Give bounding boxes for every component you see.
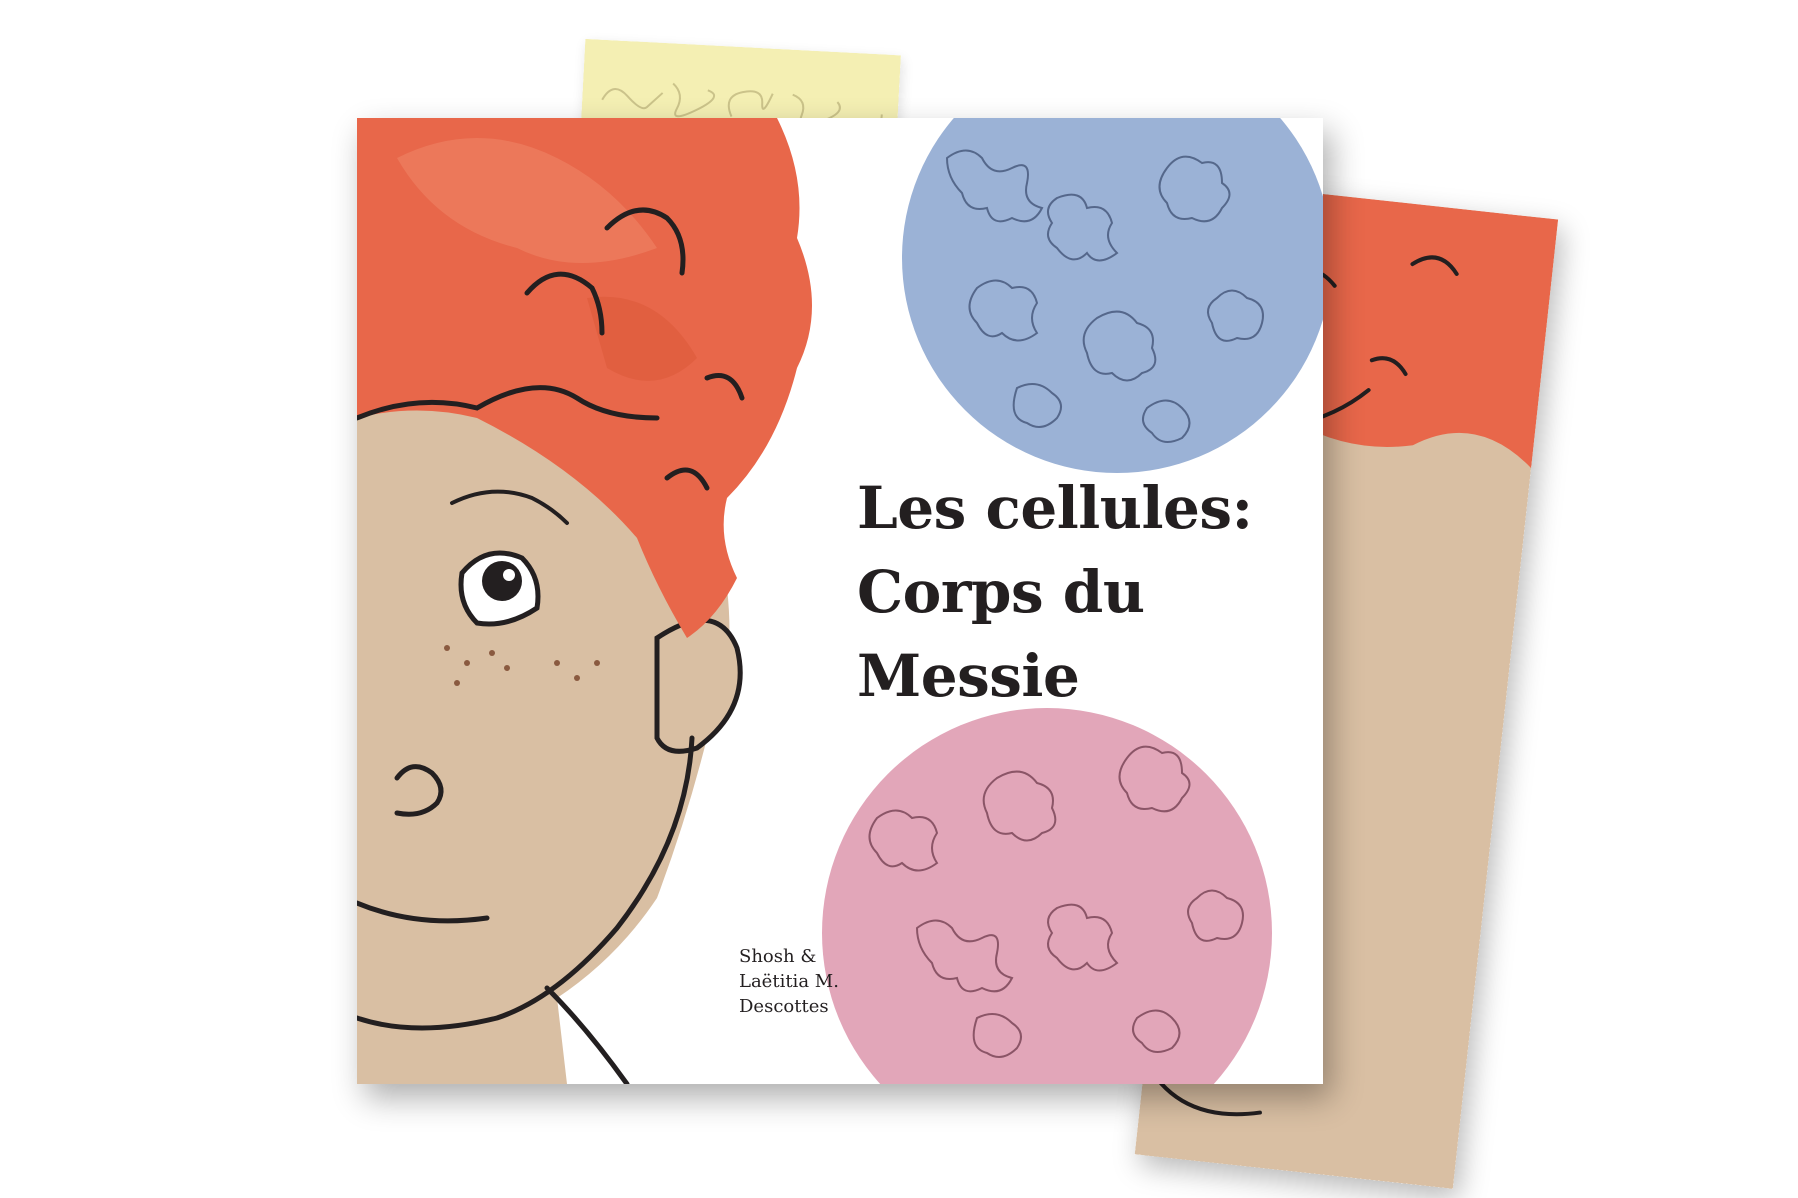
book-authors: Shosh & Laëtitia M. Descottes xyxy=(739,944,939,1019)
child-face xyxy=(357,118,812,1084)
title-line: Messie xyxy=(857,642,1080,710)
author-line: Descottes xyxy=(739,996,829,1017)
front-book-cover: Les cellules: Corps du Messie Shosh & La… xyxy=(357,118,1323,1084)
child-eye xyxy=(458,550,541,627)
blue-cell-circle xyxy=(902,118,1323,473)
title-line: Les cellules: xyxy=(857,474,1253,542)
book-mockup: Les cellules: Corps du Messie Shosh & La… xyxy=(0,0,1798,1198)
title-line: Corps du xyxy=(857,558,1145,626)
book-title: Les cellules: Corps du Messie xyxy=(857,466,1297,718)
pink-cell-circle xyxy=(822,708,1272,1084)
author-line: Shosh & xyxy=(739,946,817,967)
author-line: Laëtitia M. xyxy=(739,971,839,992)
